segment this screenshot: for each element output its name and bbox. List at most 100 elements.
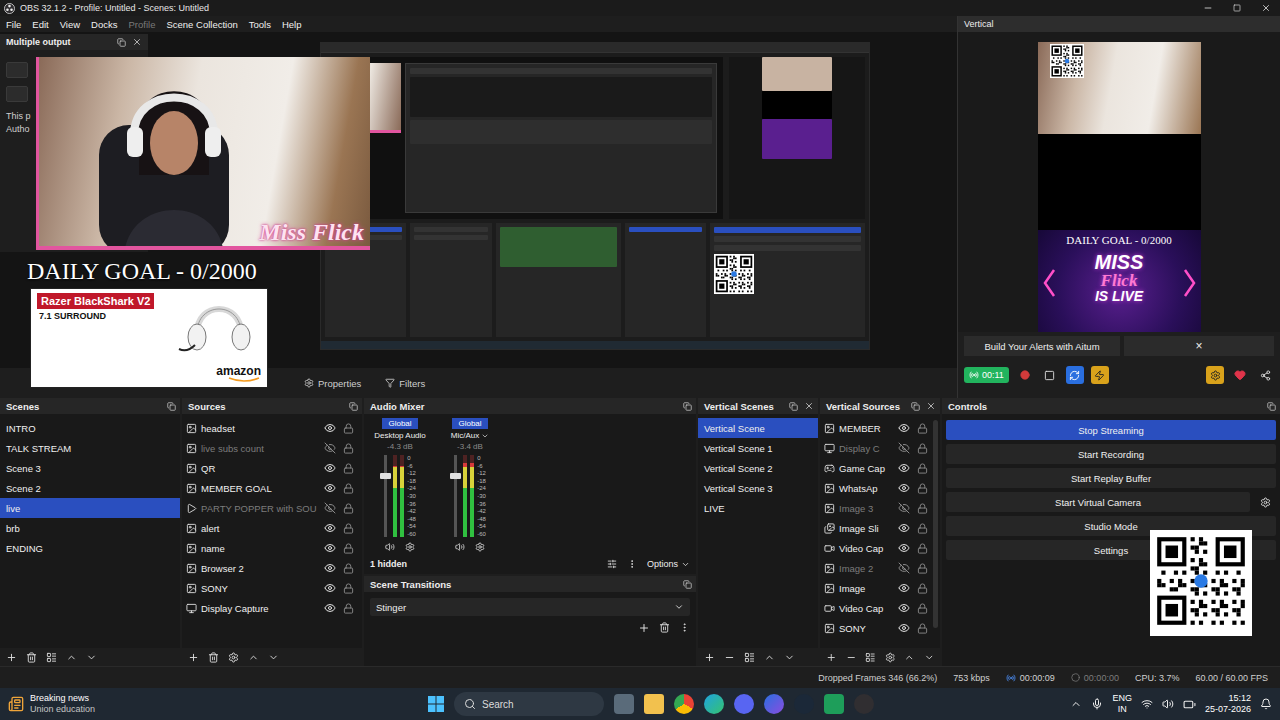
trash-icon[interactable] <box>26 652 37 663</box>
eye-icon[interactable] <box>324 422 336 434</box>
vertical-settings-button[interactable] <box>1206 366 1224 384</box>
lock-icon[interactable] <box>917 423 928 434</box>
eye-off-icon[interactable] <box>898 502 910 514</box>
eye-icon[interactable] <box>898 522 910 534</box>
close-icon[interactable] <box>132 37 142 47</box>
source-item[interactable]: SONY <box>820 618 940 638</box>
move-up-icon[interactable] <box>904 652 915 663</box>
vertical-scene-item[interactable]: Vertical Scene 1 <box>698 438 818 458</box>
float-icon[interactable] <box>349 402 358 411</box>
speaker-icon[interactable] <box>385 542 395 552</box>
source-item[interactable]: Video Cap <box>820 598 940 618</box>
lock-icon[interactable] <box>343 483 354 494</box>
lock-icon[interactable] <box>917 483 928 494</box>
layout-icon[interactable] <box>607 559 617 569</box>
slider-handle[interactable] <box>380 473 391 479</box>
eye-icon[interactable] <box>324 542 336 554</box>
record-button[interactable] <box>1016 366 1034 384</box>
copilot-icon[interactable] <box>764 694 784 714</box>
vertical-preview[interactable]: DAILY GOAL - 0/2000MISSFlickIS LIVE <box>958 32 1280 332</box>
eye-icon[interactable] <box>898 602 910 614</box>
control-button[interactable]: Start Virtual Camera <box>946 492 1250 512</box>
lock-icon[interactable] <box>917 563 928 574</box>
banner-close-button[interactable]: × <box>1124 336 1274 356</box>
menu-item[interactable]: Profile <box>129 19 156 30</box>
eye-icon[interactable] <box>324 462 336 474</box>
eye-icon[interactable] <box>324 522 336 534</box>
eye-off-icon[interactable] <box>324 442 336 454</box>
eye-icon[interactable] <box>898 462 910 474</box>
source-item[interactable]: Display Capture <box>182 598 362 618</box>
vertical-scene-item[interactable]: Vertical Scene <box>698 418 818 438</box>
lock-icon[interactable] <box>917 463 928 474</box>
add-icon[interactable] <box>6 652 17 663</box>
gear-icon[interactable] <box>475 542 485 552</box>
minimize-button[interactable] <box>1193 0 1222 16</box>
notification-icon[interactable] <box>1260 698 1272 710</box>
trash-icon[interactable] <box>659 622 670 633</box>
virtual-camera-settings-button[interactable] <box>1254 492 1276 512</box>
scene-item[interactable]: Scene 3 <box>0 458 180 478</box>
gear-icon[interactable] <box>885 652 896 663</box>
source-item[interactable]: SONY <box>182 578 362 598</box>
replay-button[interactable] <box>1066 366 1084 384</box>
source-item[interactable]: Image 3 <box>820 498 940 518</box>
volume-icon[interactable] <box>1162 698 1174 710</box>
volume-slider[interactable] <box>384 455 387 537</box>
lock-icon[interactable] <box>343 503 354 514</box>
menu-item[interactable]: Scene Collection <box>166 19 237 30</box>
eye-off-icon[interactable] <box>898 562 910 574</box>
options-button[interactable]: Options <box>647 559 690 569</box>
add-icon[interactable] <box>826 652 837 663</box>
scene-item[interactable]: Scene 2 <box>0 478 180 498</box>
clock[interactable]: 15:1225-07-2026 <box>1205 693 1251 715</box>
vertical-scene-item[interactable]: Vertical Scene 3 <box>698 478 818 498</box>
share-button[interactable] <box>1256 366 1274 384</box>
source-item[interactable]: MEMBER GOAL <box>182 478 362 498</box>
add-icon[interactable] <box>704 652 715 663</box>
scene-item[interactable]: TALK STREAM <box>0 438 180 458</box>
eye-icon[interactable] <box>898 542 910 554</box>
move-up-icon[interactable] <box>248 652 259 663</box>
source-item[interactable]: WhatsAp <box>820 478 940 498</box>
filters-icon[interactable] <box>46 652 57 663</box>
lock-icon[interactable] <box>343 603 354 614</box>
float-icon[interactable] <box>911 402 920 411</box>
eye-icon[interactable] <box>324 582 336 594</box>
chrome-icon[interactable] <box>674 694 694 714</box>
speaker-icon[interactable] <box>455 542 465 552</box>
preview[interactable]: Multiple outputThis pAuthoMiss FlickDAIL… <box>0 32 957 368</box>
float-icon[interactable] <box>167 402 176 411</box>
move-up-icon[interactable] <box>764 652 775 663</box>
eye-icon[interactable] <box>898 622 910 634</box>
eye-off-icon[interactable] <box>324 502 336 514</box>
source-item[interactable]: alert <box>182 518 362 538</box>
source-item[interactable]: Image <box>820 578 940 598</box>
menu-item[interactable]: Edit <box>32 19 48 30</box>
source-item[interactable]: Display C <box>820 438 940 458</box>
float-icon[interactable] <box>683 402 692 411</box>
source-item[interactable]: Video Cap <box>820 538 940 558</box>
donate-button[interactable] <box>1231 366 1249 384</box>
menu-item[interactable]: File <box>6 19 21 30</box>
lock-icon[interactable] <box>917 583 928 594</box>
lock-icon[interactable] <box>343 543 354 554</box>
eye-icon[interactable] <box>898 582 910 594</box>
control-button[interactable]: Stop Streaming <box>946 420 1276 440</box>
scrollbar[interactable] <box>933 420 938 628</box>
move-down-icon[interactable] <box>268 652 279 663</box>
menu-item[interactable]: View <box>60 19 80 30</box>
eye-icon[interactable] <box>898 482 910 494</box>
lock-icon[interactable] <box>343 583 354 594</box>
output-field[interactable] <box>6 62 28 78</box>
battery-icon[interactable] <box>1183 698 1196 711</box>
tray-overflow-icon[interactable] <box>1070 698 1082 710</box>
move-down-icon[interactable] <box>924 652 935 663</box>
dropdown-icon[interactable] <box>481 432 489 440</box>
microphone-icon[interactable] <box>1091 698 1103 710</box>
move-up-icon[interactable] <box>66 652 77 663</box>
source-item[interactable]: Browser 2 <box>182 558 362 578</box>
lock-icon[interactable] <box>917 543 928 554</box>
obs-taskbar-icon[interactable] <box>854 694 874 714</box>
eye-icon[interactable] <box>324 602 336 614</box>
